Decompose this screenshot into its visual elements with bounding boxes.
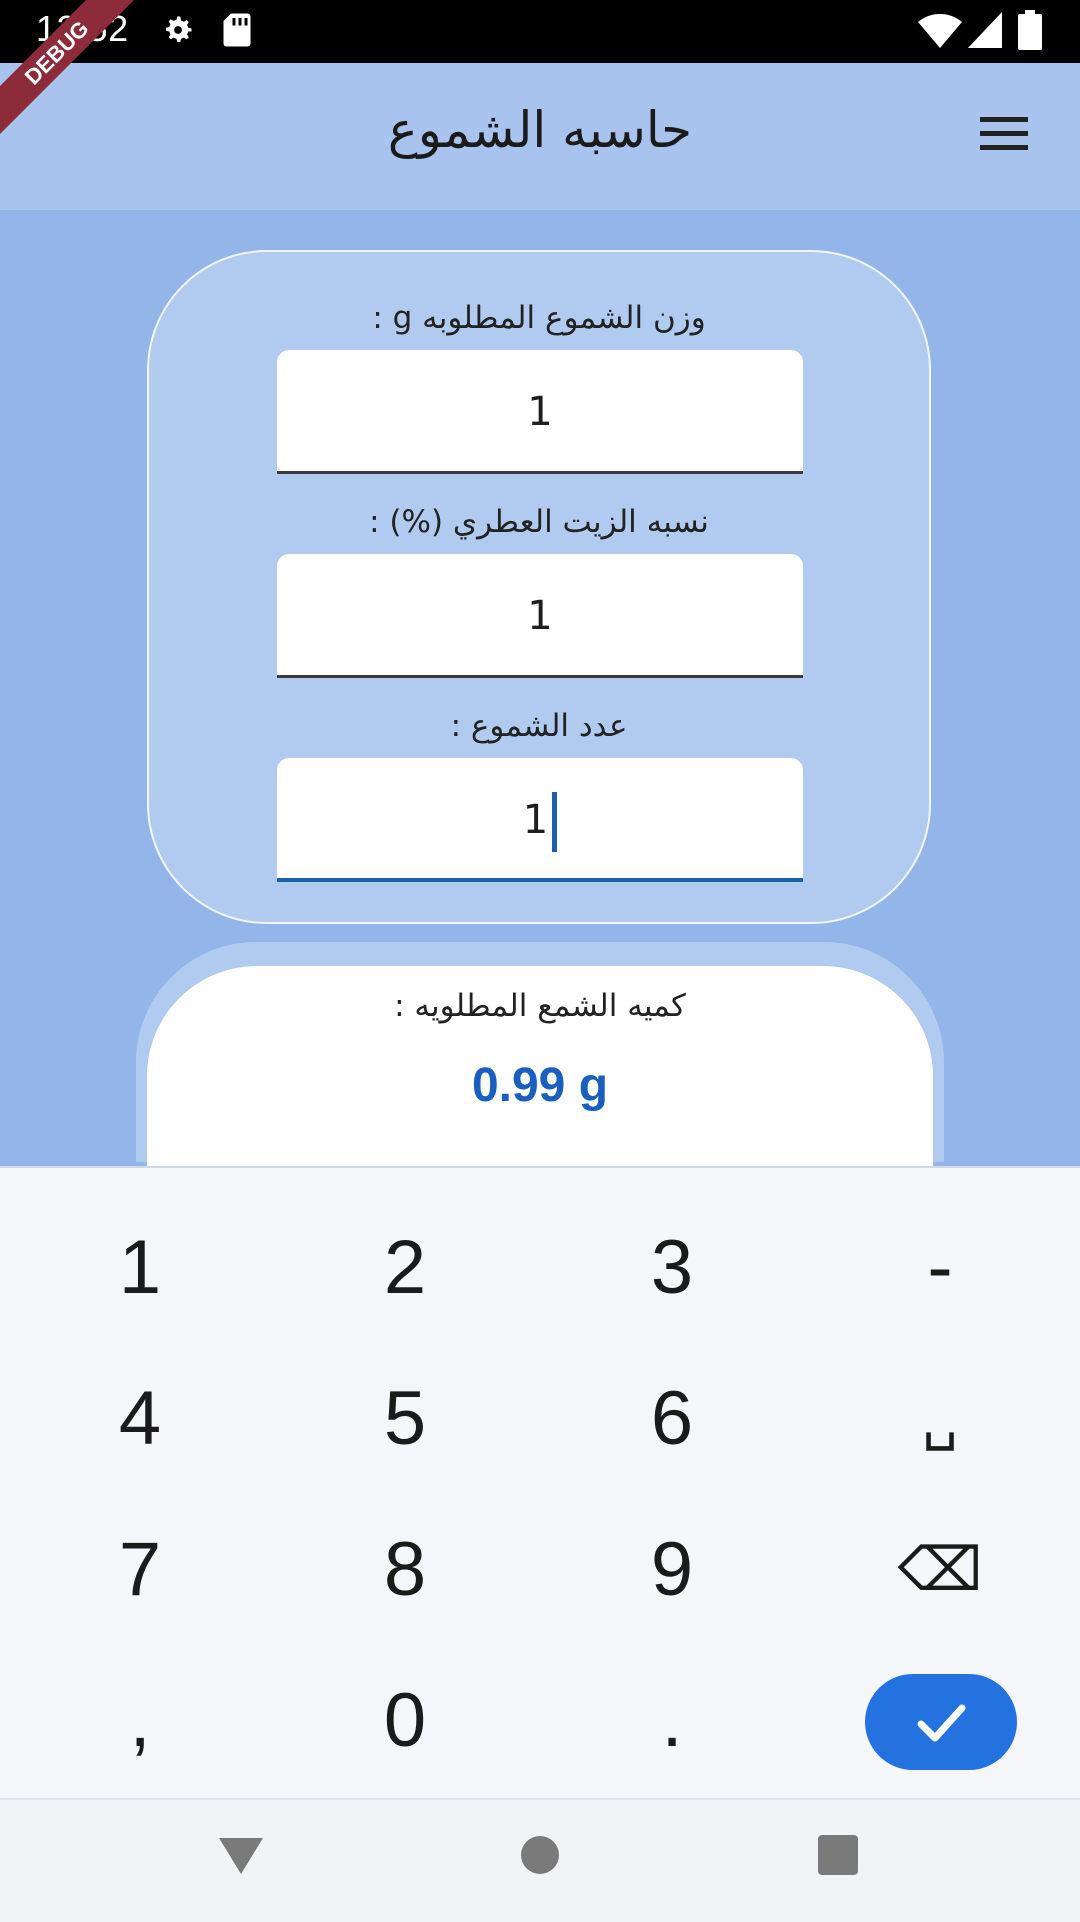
check-icon — [917, 1704, 966, 1742]
sd-card-icon — [223, 13, 251, 47]
weight-input[interactable]: 1 — [277, 350, 803, 474]
candle-count-input[interactable]: 1 — [277, 758, 803, 882]
key-5[interactable]: 5 — [305, 1364, 505, 1474]
key-3[interactable]: 3 — [572, 1213, 772, 1323]
oil-percent-input[interactable]: 1 — [277, 554, 803, 678]
key-period[interactable]: . — [572, 1666, 772, 1776]
menu-icon[interactable] — [980, 117, 1028, 159]
key-6[interactable]: 6 — [572, 1364, 772, 1474]
result-value: 0.99 g — [471, 1059, 609, 1112]
status-bar: 12:52 — [0, 0, 1080, 63]
settings-icon — [166, 16, 192, 42]
key-comma[interactable]: , — [40, 1666, 240, 1776]
wifi-icon — [918, 14, 962, 48]
weight-value: 1 — [527, 389, 553, 435]
numeric-keyboard: 1 2 3 - 4 5 6 ␣ 7 8 9 ⌫ , 0 . — [0, 1166, 1080, 1800]
app-title: حاسبه الشموع — [387, 101, 693, 159]
key-7[interactable]: 7 — [40, 1515, 240, 1625]
key-2[interactable]: 2 — [305, 1213, 505, 1323]
key-1[interactable]: 1 — [40, 1213, 240, 1323]
input-card: وزن الشموع المطلوبه g : 1 نسبه الزيت الع… — [147, 250, 931, 924]
oil-percent-value: 1 — [527, 593, 553, 639]
battery-icon — [1018, 10, 1042, 50]
back-triangle-icon[interactable] — [216, 1830, 266, 1880]
signal-icon — [968, 12, 1002, 48]
weight-label: وزن الشموع المطلوبه g : — [372, 300, 706, 336]
candle-count-value: 1 — [522, 797, 549, 843]
result-card: كميه الشمع المطلويه : 0.99 g — [147, 966, 933, 1166]
key-space[interactable]: ␣ — [840, 1364, 1040, 1474]
key-0[interactable]: 0 — [305, 1666, 505, 1776]
navigation-bar — [0, 1798, 1080, 1922]
home-circle-icon[interactable] — [518, 1830, 562, 1880]
key-8[interactable]: 8 — [305, 1515, 505, 1625]
enter-key[interactable] — [865, 1674, 1017, 1770]
backspace-key[interactable]: ⌫ — [840, 1515, 1040, 1625]
candle-count-label: عدد الشموع : — [450, 708, 628, 744]
app-bar: حاسبه الشموع — [0, 63, 1080, 210]
text-caret — [552, 792, 558, 852]
key-9[interactable]: 9 — [572, 1515, 772, 1625]
key-4[interactable]: 4 — [40, 1364, 240, 1474]
key-minus[interactable]: - — [840, 1213, 1040, 1323]
recents-square-icon[interactable] — [816, 1830, 860, 1880]
oil-percent-label: نسبه الزيت العطري (%) : — [369, 504, 709, 540]
result-label: كميه الشمع المطلويه : — [394, 988, 686, 1024]
